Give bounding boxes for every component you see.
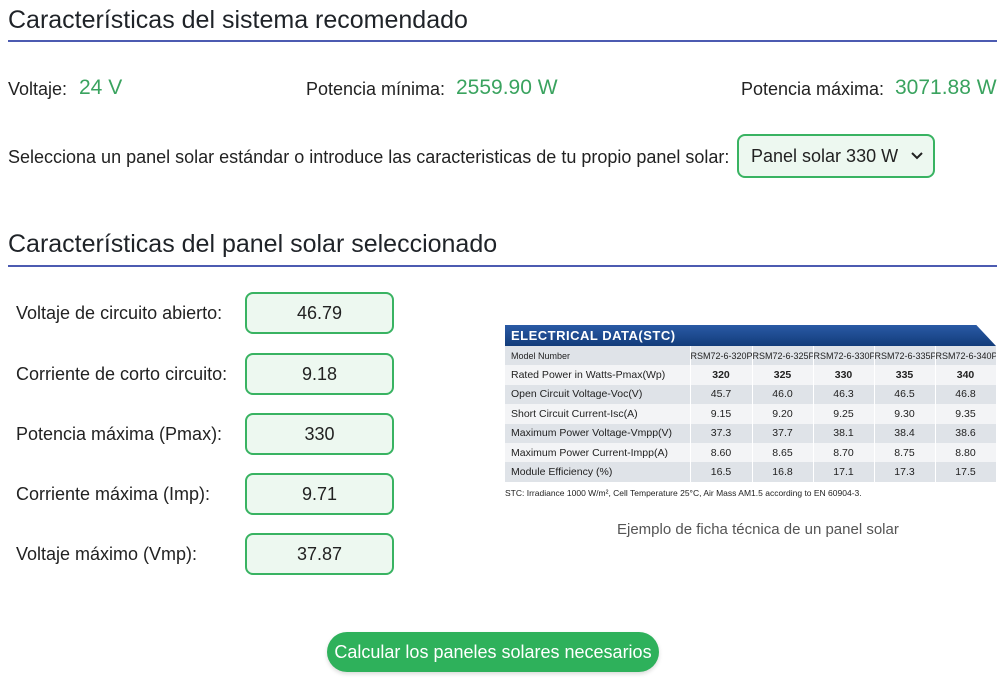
table-cell: RSM72-6-335P [874, 346, 936, 366]
table-cell: Maximum Power Voltage-Vmpp(V) [505, 423, 691, 443]
table-row: Maximum Power Voltage-Vmpp(V) 37.3 37.7 … [505, 423, 997, 443]
table-cell: 9.30 [874, 404, 936, 424]
recommended-system-title: Características del sistema recomendado [8, 6, 468, 34]
datasheet-header: ELECTRICAL DATA(STC) [505, 325, 996, 346]
open-circuit-voltage-input[interactable]: 46.79 [245, 292, 394, 334]
max-voltage-vmp-label: Voltaje máximo (Vmp): [16, 544, 198, 564]
table-cell: RSM72-6-340P [935, 346, 997, 366]
min-power-label: Potencia mínima: [306, 79, 446, 99]
table-cell: 325 [752, 365, 814, 385]
short-circuit-current-input[interactable]: 9.18 [245, 353, 394, 395]
chevron-down-icon [911, 152, 923, 160]
table-cell: RSM72-6-330P [813, 346, 875, 366]
datasheet-image: ELECTRICAL DATA(STC) Model Number RSM72-… [505, 325, 997, 498]
table-cell: 46.5 [874, 384, 936, 405]
datasheet-table: Model Number RSM72-6-320P RSM72-6-325P R… [505, 346, 997, 482]
open-circuit-voltage-label: Voltaje de circuito abierto: [16, 303, 223, 323]
table-cell: 17.1 [813, 462, 875, 482]
table-cell: RSM72-6-320P [690, 346, 753, 366]
table-cell: Maximum Power Current-Impp(A) [505, 442, 691, 463]
table-cell: 46.8 [935, 384, 997, 405]
calculate-panels-button[interactable]: Calcular los paneles solares necesarios [327, 632, 659, 672]
table-cell: 9.20 [752, 404, 814, 424]
table-row: Rated Power in Watts-Pmax(Wp) 320 325 33… [505, 365, 997, 385]
voltage-value: 24 V [79, 76, 123, 99]
table-cell: 16.8 [752, 462, 814, 482]
voltage-label: Voltaje: [8, 79, 68, 99]
table-cell: 8.80 [935, 442, 997, 463]
max-power-pmax-input[interactable]: 330 [245, 413, 394, 455]
table-cell: 38.6 [935, 423, 997, 443]
table-cell: 9.35 [935, 404, 997, 424]
table-cell: 38.4 [874, 423, 936, 443]
table-row: Open Circuit Voltage-Voc(V) 45.7 46.0 46… [505, 384, 997, 405]
table-row: Model Number RSM72-6-320P RSM72-6-325P R… [505, 346, 997, 366]
table-cell: 16.5 [690, 462, 753, 482]
max-voltage-vmp-input[interactable]: 37.87 [245, 533, 394, 575]
table-cell: 37.7 [752, 423, 814, 443]
table-cell: 330 [813, 365, 875, 385]
table-cell: 46.0 [752, 384, 814, 405]
table-cell: 45.7 [690, 384, 753, 405]
max-current-imp-label: Corriente máxima (Imp): [16, 484, 211, 504]
short-circuit-current-label: Corriente de corto circuito: [16, 364, 228, 384]
datasheet-header-text: ELECTRICAL DATA(STC) [511, 328, 676, 343]
table-cell: Rated Power in Watts-Pmax(Wp) [505, 365, 691, 385]
table-cell: 17.5 [935, 462, 997, 482]
table-cell: 8.70 [813, 442, 875, 463]
table-cell: 8.75 [874, 442, 936, 463]
section-divider [8, 40, 997, 42]
table-cell: 17.3 [874, 462, 936, 482]
panel-select-dropdown[interactable]: Panel solar 330 W [737, 134, 935, 178]
section-divider [8, 265, 997, 267]
table-cell: 335 [874, 365, 936, 385]
panel-select-value: Panel solar 330 W [751, 145, 899, 166]
max-power-pmax-label: Potencia máxima (Pmax): [16, 424, 223, 444]
max-power-value: 3071.88 W [895, 76, 997, 99]
table-cell: Short Circuit Current-Isc(A) [505, 404, 691, 424]
table-cell: 38.1 [813, 423, 875, 443]
table-cell: 320 [690, 365, 753, 385]
panel-select-prompt: Selecciona un panel solar estándar o int… [8, 147, 730, 167]
max-current-imp-input[interactable]: 9.71 [245, 473, 394, 515]
min-power-value: 2559.90 W [456, 76, 558, 99]
max-power-label: Potencia máxima: [741, 79, 885, 99]
selected-panel-title: Características del panel solar seleccio… [8, 230, 498, 258]
table-cell: 46.3 [813, 384, 875, 405]
table-cell: Module Efficiency (%) [505, 462, 691, 482]
table-row: Maximum Power Current-Impp(A) 8.60 8.65 … [505, 442, 997, 463]
table-cell: Open Circuit Voltage-Voc(V) [505, 384, 691, 405]
table-cell: 9.15 [690, 404, 753, 424]
datasheet-caption: Ejemplo de ficha técnica de un panel sol… [617, 521, 899, 538]
table-row: Module Efficiency (%) 16.5 16.8 17.1 17.… [505, 462, 997, 482]
table-cell: 37.3 [690, 423, 753, 443]
table-row: Short Circuit Current-Isc(A) 9.15 9.20 9… [505, 404, 997, 424]
datasheet-note: STC: Irradiance 1000 W/m², Cell Temperat… [505, 487, 862, 498]
table-cell: 8.65 [752, 442, 814, 463]
table-cell: 340 [935, 365, 997, 385]
table-cell: Model Number [505, 346, 691, 366]
table-cell: 8.60 [690, 442, 753, 463]
table-cell: 9.25 [813, 404, 875, 424]
table-cell: RSM72-6-325P [752, 346, 814, 366]
